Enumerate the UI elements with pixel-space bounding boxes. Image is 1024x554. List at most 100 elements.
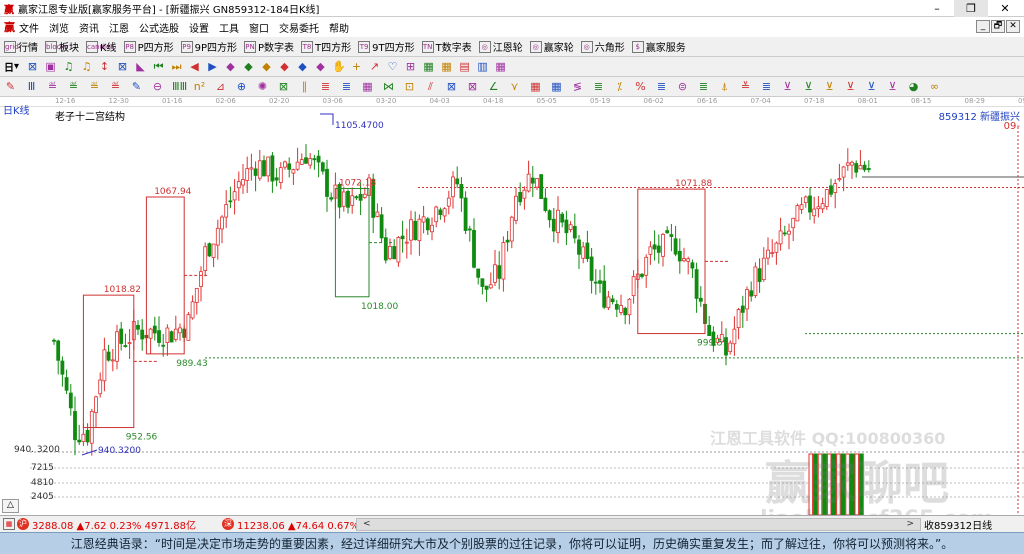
toolbar-button-6[interactable]: T8 T四方形 — [301, 39, 351, 54]
analysis-tool-icon-12[interactable]: ✺ — [256, 80, 269, 93]
expand-panel-button[interactable]: △ — [2, 499, 19, 513]
analysis-tool-icon-5[interactable]: ≝ — [109, 80, 122, 93]
menu-item-5[interactable]: 设置 — [189, 24, 209, 35]
analysis-tool-icon-38[interactable]: ⊻ — [802, 80, 815, 93]
analysis-tool-icon-2[interactable]: ≝ — [46, 80, 59, 93]
toolbar-button-1[interactable]: blocks 板块 — [45, 39, 79, 54]
toolbar-button-3[interactable]: P8 P四方形 — [123, 39, 174, 54]
analysis-tool-icon-29[interactable]: ⁒ — [613, 80, 626, 93]
draw-tool-icon-10[interactable]: ▶ — [206, 60, 219, 73]
toolbar-button-7[interactable]: T9 9T四方形 — [358, 39, 415, 54]
analysis-tool-icon-1[interactable]: Ⅲ — [25, 80, 38, 93]
analysis-tool-icon-14[interactable]: ∥ — [298, 80, 311, 93]
kline-chart[interactable]: 1018.82 952.56 1067.94 989.43 1072.18 1018.00… — [0, 106, 1024, 532]
analysis-tool-icon-26[interactable]: ▦ — [550, 80, 563, 93]
draw-tool-icon-3[interactable]: ♫ — [80, 60, 93, 73]
mdi-close-button[interactable]: ✕ — [1006, 20, 1020, 33]
analysis-tool-icon-17[interactable]: ▦ — [361, 80, 374, 93]
analysis-tool-icon-7[interactable]: ⊖ — [151, 80, 164, 93]
draw-tool-icon-18[interactable]: + — [350, 60, 363, 73]
analysis-tool-icon-36[interactable]: ≣ — [760, 80, 773, 93]
analysis-tool-icon-32[interactable]: ⊜ — [676, 80, 689, 93]
analysis-tool-icon-44[interactable]: ∞ — [928, 80, 941, 93]
draw-tool-icon-20[interactable]: ♡ — [386, 60, 399, 73]
draw-tool-icon-24[interactable]: ▤ — [458, 60, 471, 73]
minimize-button[interactable]: – — [920, 0, 954, 17]
analysis-tool-icon-9[interactable]: n² — [193, 80, 206, 93]
analysis-tool-icon-20[interactable]: ⫽ — [424, 80, 437, 93]
analysis-tool-icon-39[interactable]: ⊻ — [823, 80, 836, 93]
analysis-tool-icon-19[interactable]: ⊡ — [403, 80, 416, 93]
analysis-tool-icon-34[interactable]: ⍋ — [718, 80, 731, 93]
analysis-tool-icon-22[interactable]: ⊠ — [466, 80, 479, 93]
analysis-tool-icon-28[interactable]: ≣ — [592, 80, 605, 93]
toolbar-button-8[interactable]: TN T数字表 — [421, 39, 472, 54]
menu-item-2[interactable]: 资讯 — [79, 24, 99, 35]
period-dropdown[interactable]: 日 ▾ — [4, 59, 19, 74]
menu-item-3[interactable]: 江恩 — [109, 24, 129, 35]
analysis-tool-icon-35[interactable]: ≚ — [739, 80, 752, 93]
maximize-button[interactable]: ❐ — [954, 0, 988, 17]
toolbar-button-2[interactable]: candles K线 — [86, 39, 117, 54]
draw-tool-icon-15[interactable]: ◆ — [296, 60, 309, 73]
draw-tool-icon-7[interactable]: ⏮ — [152, 60, 165, 73]
analysis-tool-icon-25[interactable]: ▦ — [529, 80, 542, 93]
toolbar-button-10[interactable]: ◎ 赢家轮 — [529, 39, 574, 54]
menu-item-0[interactable]: 文件 — [19, 24, 39, 35]
horizontal-scrollbar[interactable]: < > — [356, 517, 921, 531]
draw-tool-icon-13[interactable]: ◆ — [260, 60, 273, 73]
analysis-tool-icon-43[interactable]: ◕ — [907, 80, 920, 93]
toolbar-button-12[interactable]: $ 赢家服务 — [631, 39, 686, 54]
draw-tool-icon-22[interactable]: ▦ — [422, 60, 435, 73]
analysis-tool-icon-18[interactable]: ⋈ — [382, 80, 395, 93]
analysis-tool-icon-13[interactable]: ⊠ — [277, 80, 290, 93]
mdi-minimize-button[interactable]: _ — [976, 20, 990, 33]
analysis-tool-icon-40[interactable]: ⊻ — [844, 80, 857, 93]
draw-tool-icon-17[interactable]: ✋ — [332, 60, 346, 73]
analysis-tool-icon-0[interactable]: ✎ — [4, 80, 17, 93]
draw-tool-icon-16[interactable]: ◆ — [314, 60, 327, 73]
draw-tool-icon-6[interactable]: ◣ — [134, 60, 147, 73]
analysis-tool-icon-31[interactable]: ≣ — [655, 80, 668, 93]
draw-tool-icon-4[interactable]: ↕ — [98, 60, 111, 73]
menu-item-8[interactable]: 交易委托 — [279, 24, 319, 35]
menu-item-6[interactable]: 工具 — [219, 24, 239, 35]
draw-tool-icon-11[interactable]: ◆ — [224, 60, 237, 73]
analysis-tool-icon-21[interactable]: ⊠ — [445, 80, 458, 93]
toolbar-button-4[interactable]: P9 9P四方形 — [180, 39, 237, 54]
draw-tool-icon-0[interactable]: ⊠ — [26, 60, 39, 73]
draw-tool-icon-2[interactable]: ♫ — [62, 60, 75, 73]
draw-tool-icon-25[interactable]: ▥ — [476, 60, 489, 73]
toolbar-button-11[interactable]: ◎ 六角形 — [580, 39, 625, 54]
analysis-tool-icon-27[interactable]: ≶ — [571, 80, 584, 93]
menu-item-1[interactable]: 浏览 — [49, 24, 69, 35]
analysis-tool-icon-6[interactable]: ✎ — [130, 80, 143, 93]
menu-item-4[interactable]: 公式选股 — [139, 24, 179, 35]
draw-tool-icon-9[interactable]: ◀ — [188, 60, 201, 73]
analysis-tool-icon-23[interactable]: ∠ — [487, 80, 500, 93]
analysis-tool-icon-33[interactable]: ≣ — [697, 80, 710, 93]
draw-tool-icon-8[interactable]: ⏭ — [170, 60, 183, 73]
menu-item-9[interactable]: 帮助 — [329, 24, 349, 35]
analysis-tool-icon-30[interactable]: % — [634, 80, 647, 93]
analysis-tool-icon-3[interactable]: ≝ — [67, 80, 80, 93]
analysis-tool-icon-4[interactable]: ≝ — [88, 80, 101, 93]
draw-tool-icon-1[interactable]: ▣ — [44, 60, 57, 73]
menu-item-7[interactable]: 窗口 — [249, 24, 269, 35]
mdi-restore-button[interactable]: 🗗 — [991, 20, 1005, 33]
draw-tool-icon-19[interactable]: ↗ — [368, 60, 381, 73]
analysis-tool-icon-16[interactable]: ≣ — [340, 80, 353, 93]
toolbar-button-9[interactable]: ◎ 江恩轮 — [478, 39, 523, 54]
draw-tool-icon-21[interactable]: ⊞ — [404, 60, 417, 73]
draw-tool-icon-14[interactable]: ◆ — [278, 60, 291, 73]
close-button[interactable]: ✕ — [988, 0, 1022, 17]
analysis-tool-icon-10[interactable]: ⊿ — [214, 80, 227, 93]
analysis-tool-icon-11[interactable]: ⊕ — [235, 80, 248, 93]
analysis-tool-icon-15[interactable]: ≣ — [319, 80, 332, 93]
analysis-tool-icon-37[interactable]: ⊻ — [781, 80, 794, 93]
draw-tool-icon-5[interactable]: ⊠ — [116, 60, 129, 73]
calculator-icon[interactable]: ▦ — [3, 518, 15, 530]
analysis-tool-icon-24[interactable]: ⋎ — [508, 80, 521, 93]
toolbar-button-5[interactable]: PN P数字表 — [244, 39, 294, 54]
analysis-tool-icon-8[interactable]: ⅢⅢ — [172, 80, 187, 93]
